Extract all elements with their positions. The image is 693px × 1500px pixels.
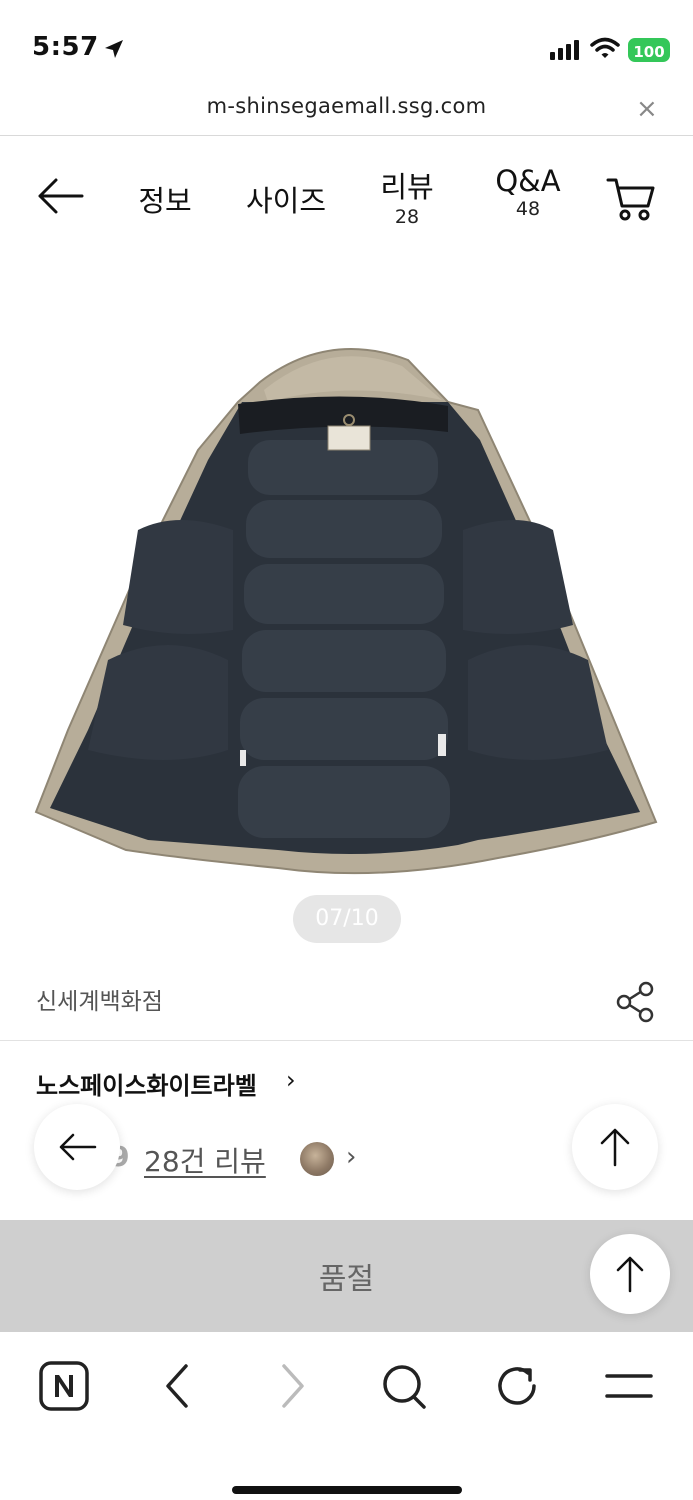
chevron-right-icon[interactable]: › [346, 1142, 356, 1172]
share-icon[interactable] [614, 980, 658, 1028]
battery-icon: 100 [628, 38, 670, 62]
review-photo-thumbnail[interactable] [300, 1142, 334, 1176]
status-time: 5:57 [32, 32, 99, 62]
product-image[interactable] [28, 330, 668, 890]
refresh-icon[interactable] [494, 1360, 542, 1416]
close-icon[interactable]: × [636, 94, 658, 124]
menu-icon[interactable] [604, 1360, 654, 1416]
scroll-top-button-secondary[interactable] [590, 1234, 670, 1314]
naver-home-icon[interactable] [38, 1360, 90, 1416]
review-count-link[interactable]: 28건 리뷰 [144, 1140, 266, 1180]
url-text[interactable]: m-shinsegaemall.ssg.com [0, 94, 693, 118]
location-arrow-icon [103, 38, 125, 64]
arrow-up-icon [616, 1256, 644, 1293]
search-icon[interactable] [380, 1360, 428, 1416]
back-arrow-icon[interactable] [36, 176, 84, 220]
section-divider [0, 1040, 693, 1041]
scroll-top-button[interactable] [572, 1104, 658, 1190]
tab-qna-label: Q&A [495, 164, 561, 198]
tab-qna[interactable]: Q&A 48 [490, 164, 566, 220]
product-nav: 정보 사이즈 리뷰 28 Q&A 48 [0, 136, 693, 256]
cellular-signal-icon [550, 40, 579, 60]
back-arrow-icon [59, 1133, 97, 1161]
tab-info[interactable]: 정보 [133, 178, 197, 220]
url-bar[interactable]: m-shinsegaemall.ssg.com × [0, 86, 693, 136]
tab-review-count: 28 [394, 206, 420, 228]
sold-out-label: 품절 [318, 1262, 375, 1297]
tab-info-label: 정보 [138, 184, 192, 218]
arrow-up-icon [600, 1128, 630, 1167]
tab-qna-count: 48 [515, 198, 541, 220]
browser-back-icon[interactable] [160, 1360, 194, 1416]
seller-name[interactable]: 신세계백화점 [36, 982, 163, 1016]
tab-review[interactable]: 리뷰 28 [370, 164, 444, 228]
browser-forward-icon [276, 1360, 310, 1416]
chevron-right-icon[interactable]: › [286, 1066, 296, 1094]
tab-size[interactable]: 사이즈 [240, 178, 332, 220]
home-indicator [232, 1486, 462, 1494]
brand-name[interactable]: 노스페이스화이트라벨 [36, 1066, 257, 1101]
status-bar: 5:57 100 [0, 0, 693, 96]
tab-review-label: 리뷰 [380, 170, 434, 204]
cart-icon[interactable] [606, 176, 656, 226]
sold-out-bar: 품절 [0, 1220, 693, 1332]
image-counter-badge: 07/10 [293, 895, 401, 943]
tab-size-label: 사이즈 [245, 184, 327, 218]
floating-back-button[interactable] [34, 1104, 120, 1190]
browser-toolbar [0, 1332, 693, 1500]
wifi-icon [590, 36, 620, 64]
